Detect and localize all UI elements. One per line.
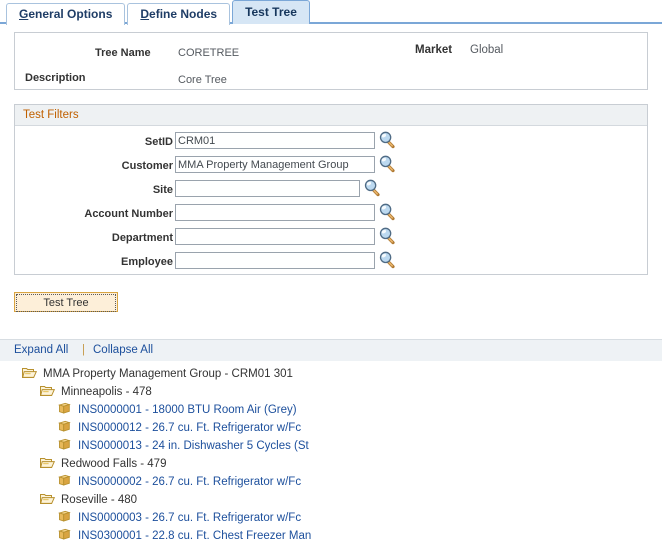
filter-label-employee: Employee bbox=[121, 256, 173, 268]
test-filters-panel: Test Filters SetID Customer Site Account Nu… bbox=[14, 104, 648, 275]
tree-node: INS0300001 - 22.8 cu. Ft. Chest Freezer … bbox=[0, 527, 662, 545]
box-icon bbox=[57, 474, 72, 487]
market-value: Global bbox=[470, 44, 504, 56]
tree-node: INS0000001 - 18000 BTU Room Air (Grey) bbox=[0, 401, 662, 419]
filter-row-account-number: Account Number bbox=[15, 203, 647, 228]
box-icon bbox=[57, 510, 72, 523]
box-icon bbox=[57, 420, 72, 433]
filter-row-employee: Employee bbox=[15, 251, 647, 276]
box-icon bbox=[57, 402, 72, 415]
filter-input-setid[interactable] bbox=[175, 132, 375, 149]
tab-define-nodes[interactable]: Define Nodes bbox=[127, 3, 231, 25]
box-icon bbox=[57, 438, 72, 451]
tree-node-label: Redwood Falls - 479 bbox=[61, 458, 167, 470]
tree-node: INS0000012 - 26.7 cu. Ft. Refrigerator w… bbox=[0, 419, 662, 437]
tree-node: Minneapolis - 478 bbox=[0, 383, 662, 401]
description-value: Core Tree bbox=[178, 74, 227, 86]
tab-general-options[interactable]: General Options bbox=[6, 3, 126, 25]
expand-all-link[interactable]: Expand All bbox=[14, 344, 68, 356]
filter-label-customer: Customer bbox=[121, 160, 173, 172]
tab-test-tree[interactable]: Test Tree bbox=[232, 0, 310, 24]
tab-define-nodes-label: efine Nodes bbox=[149, 7, 218, 21]
lookup-magnifier-icon[interactable] bbox=[379, 251, 396, 269]
tree-node: INS0000002 - 26.7 cu. Ft. Refrigerator w… bbox=[0, 473, 662, 491]
filter-row-site: Site bbox=[15, 179, 647, 204]
test-tree-button-label: Test Tree bbox=[16, 294, 116, 312]
tree-node-label: Minneapolis - 478 bbox=[61, 386, 152, 398]
filter-input-site[interactable] bbox=[175, 180, 360, 197]
tab-general-options-accel: G bbox=[19, 7, 29, 21]
tree-node: Roseville - 480 bbox=[0, 491, 662, 509]
tree-node: Redwood Falls - 479 bbox=[0, 455, 662, 473]
filter-row-customer: Customer bbox=[15, 155, 647, 180]
tree-node: INS0000003 - 26.7 cu. Ft. Refrigerator w… bbox=[0, 509, 662, 527]
tree-node: INS0000013 - 24 in. Dishwasher 5 Cycles … bbox=[0, 437, 662, 455]
toolbar-separator: | bbox=[82, 344, 85, 356]
market-label: Market bbox=[415, 44, 453, 56]
test-tree-button[interactable]: Test Tree bbox=[14, 292, 118, 312]
tree-node-label: MMA Property Management Group - CRM01 30… bbox=[43, 368, 293, 380]
tab-define-nodes-accel: D bbox=[140, 7, 150, 21]
filter-input-department[interactable] bbox=[175, 228, 375, 245]
tree-node-label: Roseville - 480 bbox=[61, 494, 138, 506]
tab-test-tree-label: Test Tree bbox=[245, 5, 297, 19]
tree-toolbar: Expand All | Collapse All bbox=[0, 339, 662, 361]
folder-open-icon[interactable] bbox=[40, 384, 55, 397]
tree-node-link[interactable]: INS0000002 - 26.7 cu. Ft. Refrigerator w… bbox=[78, 476, 301, 488]
tree-view: MMA Property Management Group - CRM01 30… bbox=[0, 365, 662, 545]
collapse-all-link[interactable]: Collapse All bbox=[93, 344, 153, 356]
tree-node-link[interactable]: INS0000012 - 26.7 cu. Ft. Refrigerator w… bbox=[78, 422, 301, 434]
filter-input-account-number[interactable] bbox=[175, 204, 375, 221]
tree-node-link[interactable]: INS0000001 - 18000 BTU Room Air (Grey) bbox=[78, 404, 297, 416]
tree-name-label: Tree Name bbox=[95, 47, 151, 59]
test-filters-title: Test Filters bbox=[15, 105, 647, 126]
filter-label-account-number: Account Number bbox=[84, 208, 173, 220]
lookup-magnifier-icon[interactable] bbox=[364, 179, 381, 197]
filter-row-setid: SetID bbox=[15, 131, 647, 156]
tree-header-panel: Tree Name CORETREE Market Global Descrip… bbox=[14, 32, 648, 90]
tab-general-options-label: eneral Options bbox=[28, 7, 113, 21]
box-icon bbox=[57, 528, 72, 541]
lookup-magnifier-icon[interactable] bbox=[379, 227, 396, 245]
lookup-magnifier-icon[interactable] bbox=[379, 131, 396, 149]
filter-input-customer[interactable] bbox=[175, 156, 375, 173]
filter-input-employee[interactable] bbox=[175, 252, 375, 269]
filter-label-setid: SetID bbox=[144, 136, 173, 148]
filter-row-department: Department bbox=[15, 227, 647, 252]
folder-open-icon[interactable] bbox=[22, 366, 37, 379]
tree-node-link[interactable]: INS0300001 - 22.8 cu. Ft. Chest Freezer … bbox=[78, 530, 311, 542]
lookup-magnifier-icon[interactable] bbox=[379, 203, 396, 221]
filter-label-site: Site bbox=[152, 184, 173, 196]
folder-open-icon[interactable] bbox=[40, 492, 55, 505]
filter-label-department: Department bbox=[111, 232, 173, 244]
tree-node-link[interactable]: INS0000013 - 24 in. Dishwasher 5 Cycles … bbox=[78, 440, 309, 452]
description-label: Description bbox=[25, 72, 86, 84]
lookup-magnifier-icon[interactable] bbox=[379, 155, 396, 173]
tree-name-value: CORETREE bbox=[178, 47, 240, 59]
folder-open-icon[interactable] bbox=[40, 456, 55, 469]
tree-node: MMA Property Management Group - CRM01 30… bbox=[0, 365, 662, 383]
tree-node-link[interactable]: INS0000003 - 26.7 cu. Ft. Refrigerator w… bbox=[78, 512, 301, 524]
tab-bar: General Options Define Nodes Test Tree bbox=[0, 0, 662, 25]
filter-fields-area: SetID Customer Site Account Number Departmen… bbox=[15, 126, 647, 269]
